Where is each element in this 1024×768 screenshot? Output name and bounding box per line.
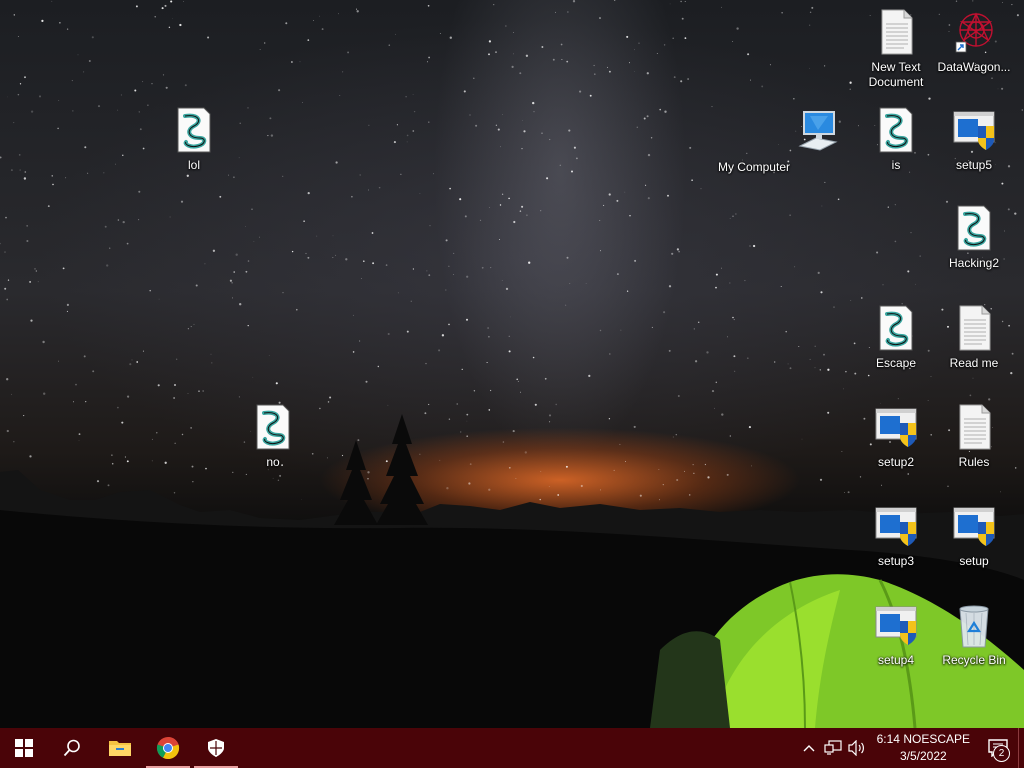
installer-icon — [952, 502, 996, 550]
taskbar: 6:14 NOESCAPE 3/5/2022 2 — [0, 728, 1024, 768]
chevron-up-icon[interactable] — [797, 728, 821, 768]
start-button[interactable] — [0, 728, 48, 768]
desktop-icon-label: is — [891, 158, 901, 172]
desktop-icon-label: Escape — [875, 356, 917, 370]
desktop-icon-setup5[interactable]: setup5 — [936, 102, 1012, 194]
desktop-icon-label: Hacking2 — [948, 256, 1000, 270]
desktop-icon-label: My Computer — [717, 160, 790, 174]
security-shield-icon — [208, 739, 224, 757]
system-tray: 6:14 NOESCAPE 3/5/2022 2 — [797, 728, 1024, 768]
desktop-icon-label: setup2 — [877, 455, 915, 469]
clock-date: 3/5/2022 — [899, 749, 947, 763]
action-center-button[interactable]: 2 — [978, 728, 1018, 768]
text-file-icon — [952, 304, 996, 352]
desktop-icon-hacking2[interactable]: Hacking2 — [936, 200, 1012, 292]
desktop-icon-label: Rules — [958, 455, 990, 469]
desktop-icon-label: New Text Document — [868, 60, 924, 89]
desktop-icon-is[interactable]: is — [858, 102, 934, 194]
script-file-icon — [251, 403, 295, 451]
desktop[interactable]: New Text Document DataWagon... lol My Co… — [0, 0, 1024, 728]
shortcut-app-icon — [952, 8, 996, 56]
installer-icon — [874, 502, 918, 550]
installer-icon — [874, 403, 918, 451]
desktop-icon-rules[interactable]: Rules — [936, 399, 1012, 491]
desktop-icon-setup2[interactable]: setup2 — [858, 399, 934, 491]
desktop-icon-label: Read me — [949, 356, 999, 370]
volume-icon[interactable] — [845, 728, 869, 768]
search-button[interactable] — [48, 728, 96, 768]
desktop-icon-recycle-bin[interactable]: Recycle Bin — [936, 597, 1012, 689]
clock-time: 6:14 NOESCAPE — [876, 732, 970, 746]
chrome-icon — [156, 736, 180, 760]
script-file-icon — [874, 106, 918, 154]
desktop-icon-datawagon[interactable]: DataWagon... — [936, 4, 1012, 96]
desktop-icon-label: setup4 — [877, 653, 915, 667]
desktop-icon-label: setup3 — [877, 554, 915, 568]
network-icon[interactable] — [821, 728, 845, 768]
desktop-icon-label: lol — [187, 158, 200, 172]
script-file-icon — [952, 204, 996, 252]
taskbar-file-explorer[interactable] — [96, 728, 144, 768]
script-file-icon — [874, 304, 918, 352]
desktop-icon-label: no — [266, 455, 280, 469]
computer-icon — [796, 106, 840, 154]
text-file-icon — [952, 403, 996, 451]
desktop-icon-no[interactable]: no — [235, 399, 311, 491]
desktop-icon-my-computer[interactable]: My Computer — [718, 102, 856, 194]
desktop-icon-read-me[interactable]: Read me — [936, 300, 1012, 392]
script-file-icon — [172, 106, 216, 154]
desktop-icon-label: setup — [959, 554, 989, 568]
desktop-icon-lol[interactable]: lol — [156, 102, 232, 194]
text-file-icon — [874, 8, 918, 56]
desktop-icon-setup[interactable]: setup — [936, 498, 1012, 590]
search-icon — [63, 739, 80, 757]
desktop-icon-setup3[interactable]: setup3 — [858, 498, 934, 590]
desktop-icon-setup4[interactable]: setup4 — [858, 597, 934, 689]
installer-icon — [952, 106, 996, 154]
desktop-icon-escape[interactable]: Escape — [858, 300, 934, 392]
file-explorer-icon — [109, 741, 131, 756]
taskbar-chrome[interactable] — [144, 728, 192, 768]
show-desktop-button[interactable] — [1018, 728, 1024, 768]
installer-icon — [874, 601, 918, 649]
desktop-icon-label: DataWagon... — [937, 60, 1011, 74]
taskbar-security[interactable] — [192, 728, 240, 768]
notification-count-badge: 2 — [993, 745, 1010, 762]
taskbar-clock[interactable]: 6:14 NOESCAPE 3/5/2022 — [869, 731, 978, 765]
windows-start-icon — [15, 739, 33, 757]
desktop-icon-label: setup5 — [955, 158, 993, 172]
desktop-icon-new-text-document[interactable]: New Text Document — [858, 4, 934, 96]
recycle-bin-icon — [952, 601, 996, 649]
desktop-icon-label: Recycle Bin — [942, 653, 1006, 667]
